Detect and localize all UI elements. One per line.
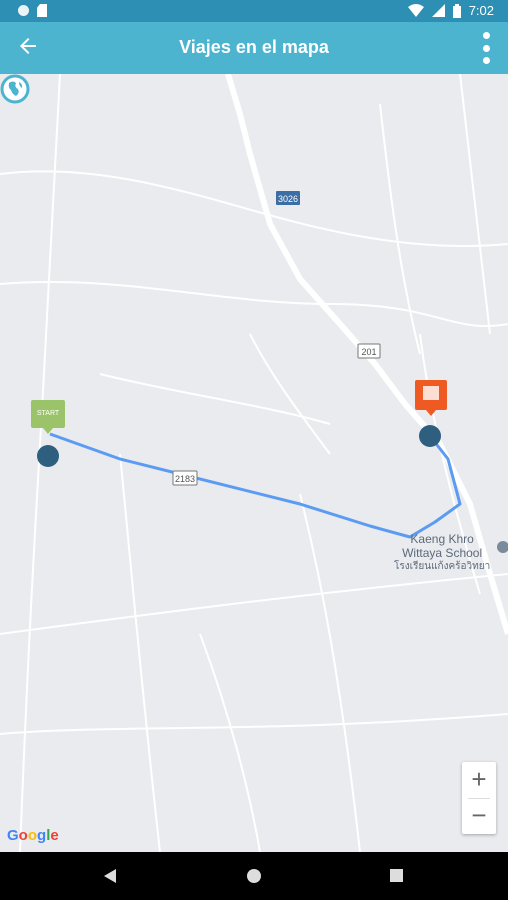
- battery-icon: [452, 3, 461, 18]
- signal-icon: [431, 4, 445, 17]
- nav-back-icon[interactable]: [104, 869, 116, 883]
- wifi-icon: [407, 4, 424, 17]
- map-view[interactable]: START 3026 201 2183 Kaeng Khro Wittaya S…: [0, 74, 508, 852]
- notification-icon: [18, 5, 29, 16]
- zoom-out-button[interactable]: −: [462, 798, 496, 834]
- svg-text:START: START: [37, 410, 60, 417]
- svg-text:201: 201: [361, 347, 376, 357]
- route-line: [49, 432, 462, 539]
- page-title: Viajes en el mapa: [179, 37, 329, 57]
- zoom-in-button[interactable]: +: [462, 762, 496, 798]
- poi-name-line1: Kaeng Khro: [410, 532, 474, 546]
- nav-recents-icon[interactable]: [390, 869, 403, 882]
- finish-marker[interactable]: [415, 380, 447, 416]
- road-shield-201: 201: [357, 343, 381, 359]
- svg-text:3026: 3026: [278, 194, 298, 204]
- system-nav-bar: [0, 852, 508, 900]
- app-bar: Viajes en el mapa: [0, 22, 508, 74]
- poi-name-thai: โรงเรียนแก้งคร้อวิทยา: [394, 561, 491, 572]
- globe-icon[interactable]: [0, 74, 30, 104]
- poi-name-line2: Wittaya School: [402, 546, 483, 560]
- start-stop-point[interactable]: [37, 445, 59, 467]
- more-vert-icon[interactable]: [482, 32, 490, 64]
- start-marker[interactable]: START: [31, 400, 65, 434]
- end-stop-point[interactable]: [419, 425, 441, 447]
- map-canvas[interactable]: START 3026 201 2183: [0, 74, 508, 852]
- road-shield-2183: 2183: [172, 470, 198, 486]
- poi-label[interactable]: Kaeng Khro Wittaya School โรงเรียนแก้งคร…: [394, 532, 490, 574]
- svg-text:2183: 2183: [175, 474, 195, 484]
- zoom-controls: + −: [462, 762, 496, 834]
- road-shield-3026: 3026: [276, 191, 300, 205]
- sd-card-icon: [37, 4, 47, 17]
- status-bar: 7:02: [0, 0, 508, 22]
- status-time: 7:02: [468, 3, 494, 18]
- poi-pin-icon[interactable]: [497, 541, 508, 553]
- google-logo: Google: [7, 827, 59, 844]
- nav-home-icon[interactable]: [247, 869, 261, 883]
